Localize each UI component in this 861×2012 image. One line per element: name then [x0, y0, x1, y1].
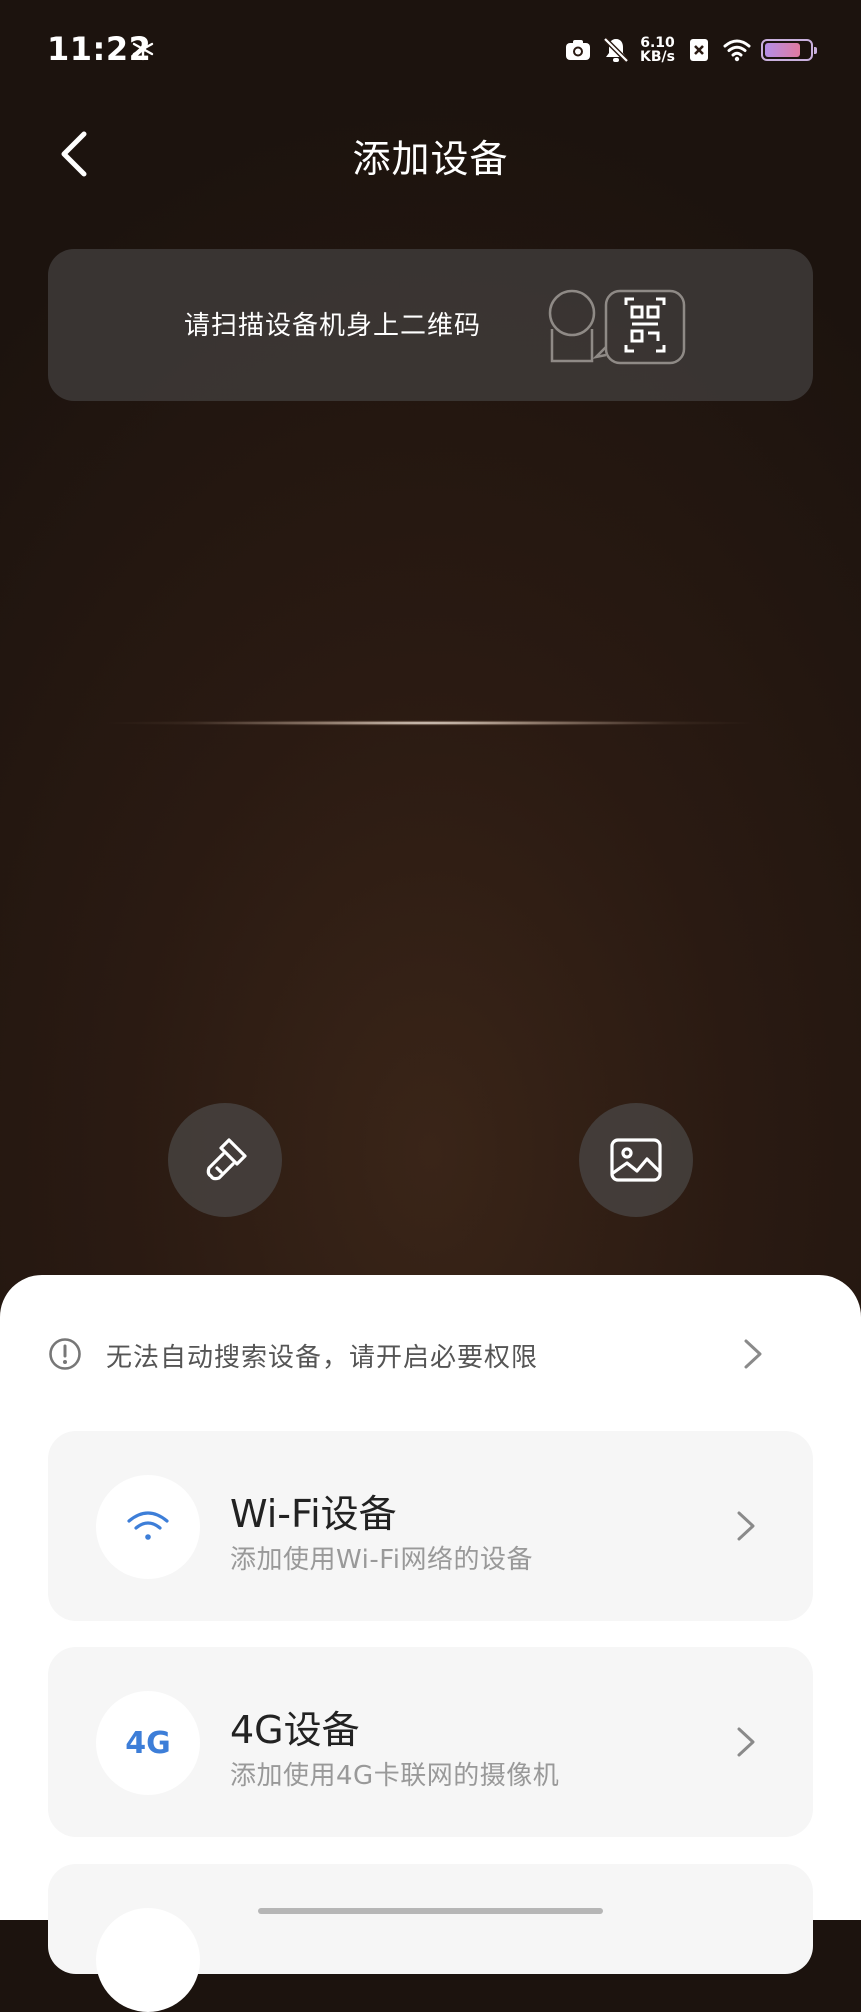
battery-icon	[761, 39, 817, 61]
device-type-sheet: 无法自动搜索设备，请开启必要权限 Wi-Fi设备 添加使用Wi-Fi网络的设备 …	[0, 1275, 861, 2012]
info-alert-icon	[49, 1338, 81, 1370]
net-speed: 6.10 KB/s	[640, 36, 675, 64]
status-icons: 6.10 KB/s	[564, 34, 817, 66]
permission-notice-row[interactable]: 无法自动搜索设备，请开启必要权限	[48, 1331, 764, 1375]
home-indicator	[258, 1908, 603, 1914]
wifi-icon	[723, 39, 751, 62]
device-card-partial[interactable]	[48, 1864, 813, 2012]
chevron-right-icon	[737, 1511, 755, 1541]
4g-device-subtitle: 添加使用4G卡联网的摄像机	[230, 1761, 560, 1791]
scan-tip-text: 请扫描设备机身上二维码	[184, 311, 482, 341]
chevron-right-icon	[737, 1727, 755, 1757]
status-bar: 11:22 6.10 KB/s	[0, 0, 861, 100]
4g-device-card[interactable]: 4G 4G设备 添加使用4G卡联网的摄像机	[48, 1647, 813, 1837]
flashlight-icon	[206, 1138, 247, 1181]
flashlight-button[interactable]	[168, 1103, 282, 1217]
wifi-device-icon-circle	[96, 1475, 200, 1579]
battery-level	[765, 43, 801, 57]
scan-line	[100, 720, 760, 726]
permission-notice-text: 无法自动搜索设备，请开启必要权限	[106, 1343, 539, 1373]
wifi-device-title: Wi-Fi设备	[230, 1492, 397, 1536]
camera-icon	[566, 40, 591, 60]
image-icon	[610, 1138, 662, 1182]
wifi-device-subtitle: 添加使用Wi-Fi网络的设备	[230, 1545, 534, 1575]
bell-muted-icon	[603, 37, 629, 63]
4g-icon: 4G	[125, 1725, 171, 1761]
chevron-right-icon	[744, 1339, 762, 1369]
pinwheel-icon	[132, 37, 154, 61]
x-badge-icon	[690, 39, 708, 61]
page-title: 添加设备	[352, 137, 509, 181]
device-icon-circle-partial	[96, 1908, 200, 2012]
net-speed-unit: KB/s	[640, 49, 675, 65]
scan-tip-card: 请扫描设备机身上二维码	[48, 249, 813, 401]
wifi-device-card[interactable]: Wi-Fi设备 添加使用Wi-Fi网络的设备	[48, 1431, 813, 1621]
4g-device-title: 4G设备	[230, 1708, 360, 1752]
4g-device-icon-circle: 4G	[96, 1691, 200, 1795]
net-speed-value: 6.10	[640, 35, 675, 51]
gallery-button[interactable]	[579, 1103, 693, 1217]
wifi-icon	[127, 1511, 169, 1540]
camera-qr-icon	[548, 289, 686, 365]
